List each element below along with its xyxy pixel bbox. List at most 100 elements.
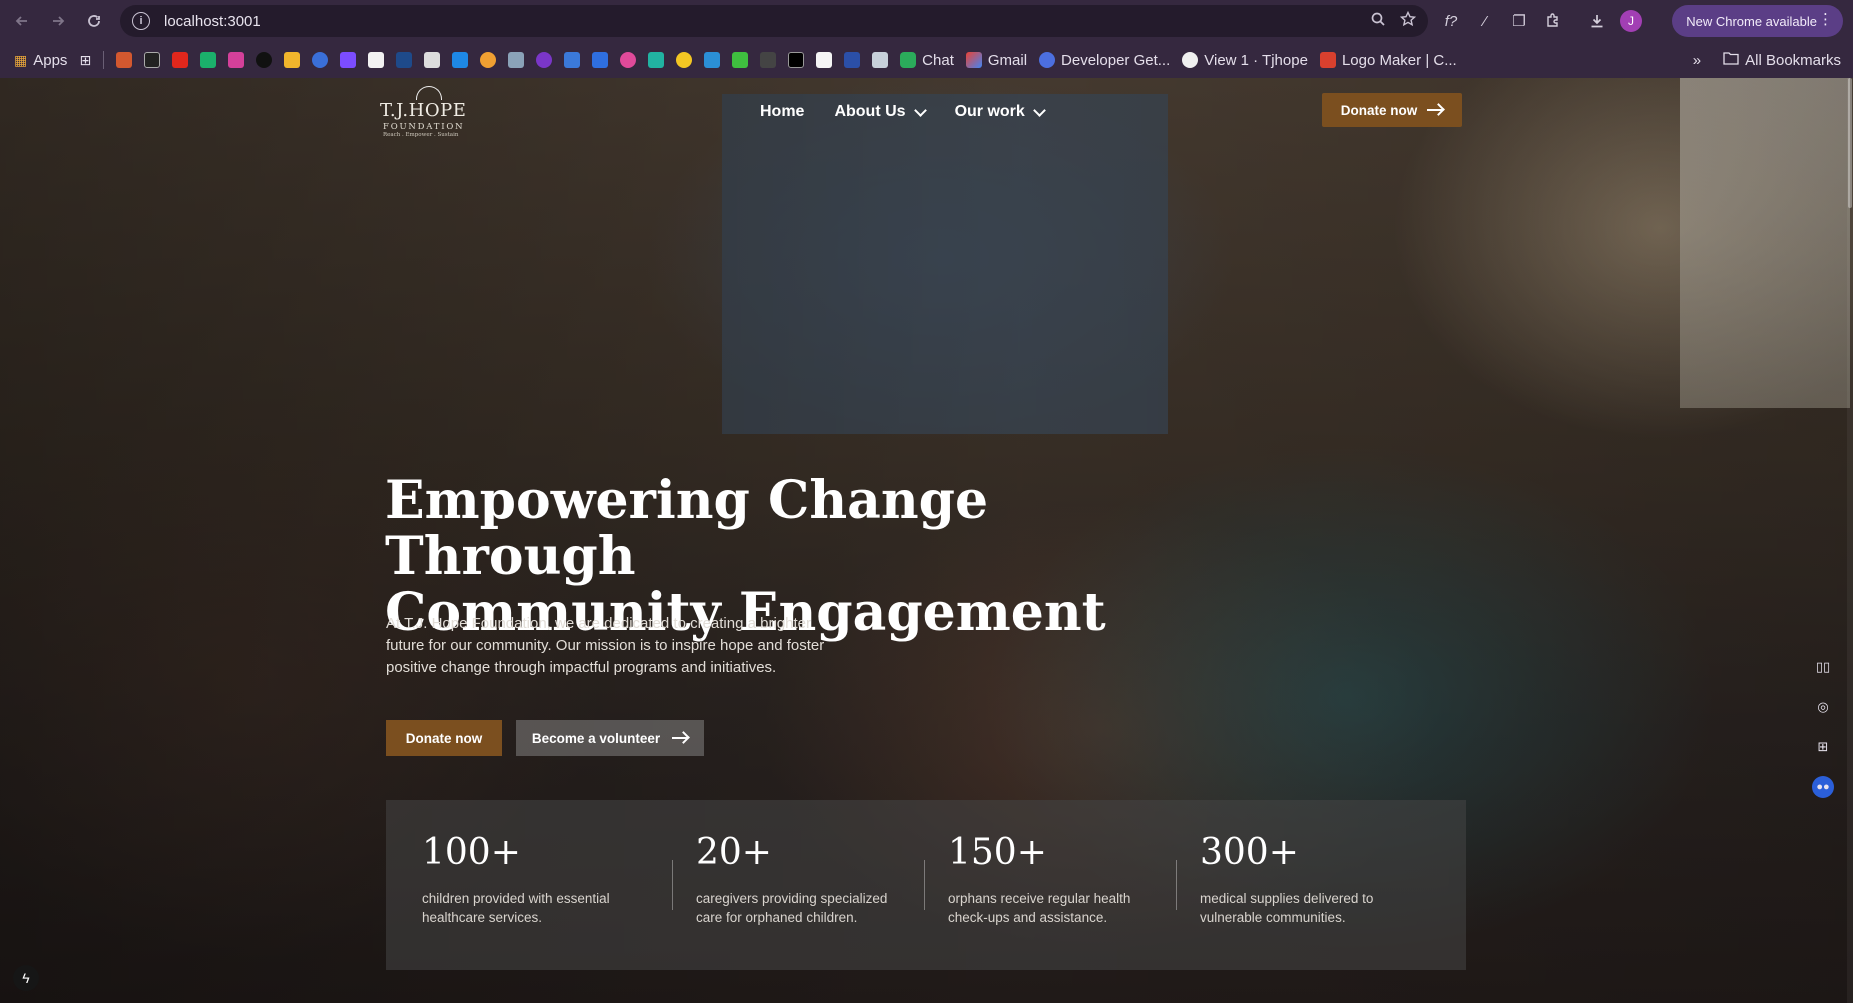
youtube-icon[interactable] <box>172 52 189 68</box>
chevron-down-icon <box>1032 103 1046 117</box>
nav-about-us[interactable]: About Us <box>834 103 927 121</box>
bookmark-favicon-icon[interactable] <box>256 52 273 68</box>
nav-home[interactable]: Home <box>760 103 804 121</box>
forward-icon[interactable] <box>40 3 76 39</box>
logo-maker-icon <box>1319 52 1336 68</box>
bookmark-gmail-label: Gmail <box>987 51 1028 69</box>
bookmark-logo-maker[interactable]: Logo Maker | C... <box>1319 51 1457 69</box>
bookmark-favicon-icon[interactable] <box>564 52 581 68</box>
bookmark-developer-label: Developer Get... <box>1061 51 1171 69</box>
bookmark-favicon-icon[interactable] <box>452 52 469 68</box>
back-icon[interactable] <box>4 3 40 39</box>
folder-icon <box>1723 51 1739 69</box>
bookmark-favicon-icon[interactable] <box>340 52 357 68</box>
stat-value: 150+ <box>948 832 1047 873</box>
hero-section: T.J.HOPE FOUNDATION Reach . Empower . Su… <box>0 78 1853 1003</box>
arrow-right-icon <box>672 737 689 739</box>
chat-icon <box>900 52 917 68</box>
stat-item: 20+ caregivers providing specialized car… <box>696 832 906 927</box>
bookmark-favicon-icon[interactable] <box>368 52 385 68</box>
nav-our-work[interactable]: Our work <box>954 103 1046 121</box>
bookmark-favicon-icon[interactable] <box>228 52 245 68</box>
address-bar[interactable]: i localhost:3001 <box>120 5 1428 37</box>
become-volunteer-button[interactable]: Become a volunteer <box>516 720 704 756</box>
stat-divider <box>672 860 673 910</box>
bookmark-favicon-icon[interactable] <box>480 52 497 68</box>
site-logo[interactable]: T.J.HOPE FOUNDATION Reach . Empower . Su… <box>380 86 470 138</box>
copy-extension-icon[interactable]: ❐ <box>1508 10 1530 32</box>
bookmark-logo-maker-label: Logo Maker | C... <box>1341 51 1457 69</box>
bookmark-favicon-icon[interactable] <box>284 52 301 68</box>
kebab-menu-icon[interactable]: ⋮ <box>1818 12 1833 28</box>
more-bookmarks-icon[interactable]: » <box>1693 52 1701 69</box>
header-donate-label: Donate now <box>1340 102 1418 118</box>
apps-grid-icon: ▦ <box>14 51 28 68</box>
new-chrome-available-button[interactable]: New Chrome available ⋮ <box>1672 5 1843 37</box>
bookmark-star-icon[interactable] <box>1399 10 1417 32</box>
bookmark-developer[interactable]: Developer Get... <box>1039 52 1170 69</box>
bookmark-favicon-icon[interactable] <box>508 52 525 68</box>
bookmark-favicon-icon[interactable] <box>816 52 833 68</box>
bookmark-apps[interactable]: ▦ Apps <box>14 52 67 69</box>
bookmark-favicon-icon[interactable] <box>844 52 861 68</box>
stat-divider <box>924 860 925 910</box>
page-scrollbar[interactable] <box>1847 78 1853 1003</box>
donate-now-button[interactable]: Donate now <box>386 720 502 756</box>
bookmark-favicon-icon[interactable] <box>592 52 609 68</box>
url-text[interactable]: localhost:3001 <box>164 13 261 30</box>
nav-work-label: Our work <box>954 103 1025 120</box>
stat-description: medical supplies delivered to vulnerable… <box>1200 891 1374 925</box>
fingerprint-icon[interactable]: ◎ <box>1812 696 1834 718</box>
bookmark-favicon-icon[interactable] <box>144 52 161 68</box>
extensions-puzzle-icon[interactable] <box>1542 10 1564 32</box>
download-icon[interactable] <box>1586 10 1608 32</box>
site-info-icon[interactable]: i <box>132 12 150 30</box>
tab-groups-icon[interactable]: ⊞ <box>79 52 91 69</box>
bookmark-chat[interactable]: Chat <box>900 52 954 69</box>
bookmark-favicon-icon[interactable] <box>704 52 721 68</box>
stat-value: 20+ <box>696 832 772 873</box>
nav-home-label: Home <box>760 103 805 120</box>
logo-name: T.J.HOPE <box>380 100 467 121</box>
bookmark-favicon-icon[interactable] <box>116 52 133 68</box>
github-icon <box>1182 52 1199 68</box>
bookmark-favicon-icon[interactable] <box>760 52 777 68</box>
nav-about-label: About Us <box>834 103 906 120</box>
bookmark-gmail[interactable]: Gmail <box>965 51 1028 69</box>
bookmarks-separator <box>103 51 105 69</box>
bookmark-favicon-icon[interactable] <box>788 52 805 68</box>
stat-value: 300+ <box>1200 832 1299 873</box>
bookmark-favicon-icon[interactable] <box>200 52 217 68</box>
bookmark-favicon-icon[interactable] <box>676 52 693 68</box>
header-donate-button[interactable]: Donate now <box>1322 93 1462 127</box>
zoom-icon[interactable] <box>1370 11 1386 32</box>
bookmark-favicon-icon[interactable] <box>620 52 637 68</box>
book-icon[interactable]: ▯▯ <box>1812 656 1834 678</box>
all-bookmarks[interactable]: All Bookmarks <box>1723 51 1841 69</box>
bookmark-favicon-icon[interactable] <box>732 52 749 68</box>
grid-icon[interactable]: ⊞ <box>1812 736 1834 758</box>
side-toolbar: ▯▯ ◎ ⊞ ●● <box>1812 656 1834 798</box>
bookmark-view[interactable]: View 1 · Tjhope <box>1182 52 1308 69</box>
stat-description: orphans receive regular health check-ups… <box>948 891 1131 925</box>
bookmark-favicon-icon[interactable] <box>872 52 889 68</box>
robot-assistant-icon[interactable]: ●● <box>1812 776 1834 798</box>
bookmark-favicon-icon[interactable] <box>424 52 441 68</box>
bookmark-apps-label: Apps <box>33 51 68 69</box>
stat-item: 100+ children provided with essential he… <box>422 832 632 927</box>
bookmark-favicon-icon[interactable] <box>312 52 329 68</box>
stat-item: 300+ medical supplies delivered to vulne… <box>1200 832 1410 927</box>
bookmark-favicon-icon[interactable] <box>536 52 553 68</box>
reload-icon[interactable] <box>76 3 112 39</box>
picker-extension-icon[interactable]: ⁄ <box>1474 10 1496 32</box>
profile-avatar[interactable]: J <box>1620 10 1642 32</box>
formula-extension-icon[interactable]: f? <box>1440 10 1462 32</box>
arrow-right-icon <box>1427 109 1444 111</box>
lightning-icon[interactable]: ϟ <box>13 965 39 991</box>
scrollbar-thumb[interactable] <box>1848 78 1852 208</box>
site-header: T.J.HOPE FOUNDATION Reach . Empower . Su… <box>0 78 1853 148</box>
bookmark-favicon-icon[interactable] <box>648 52 665 68</box>
stat-divider <box>1176 860 1177 910</box>
hero-title-line1: Empowering Change Through <box>385 470 989 587</box>
bookmark-favicon-icon[interactable] <box>396 52 413 68</box>
